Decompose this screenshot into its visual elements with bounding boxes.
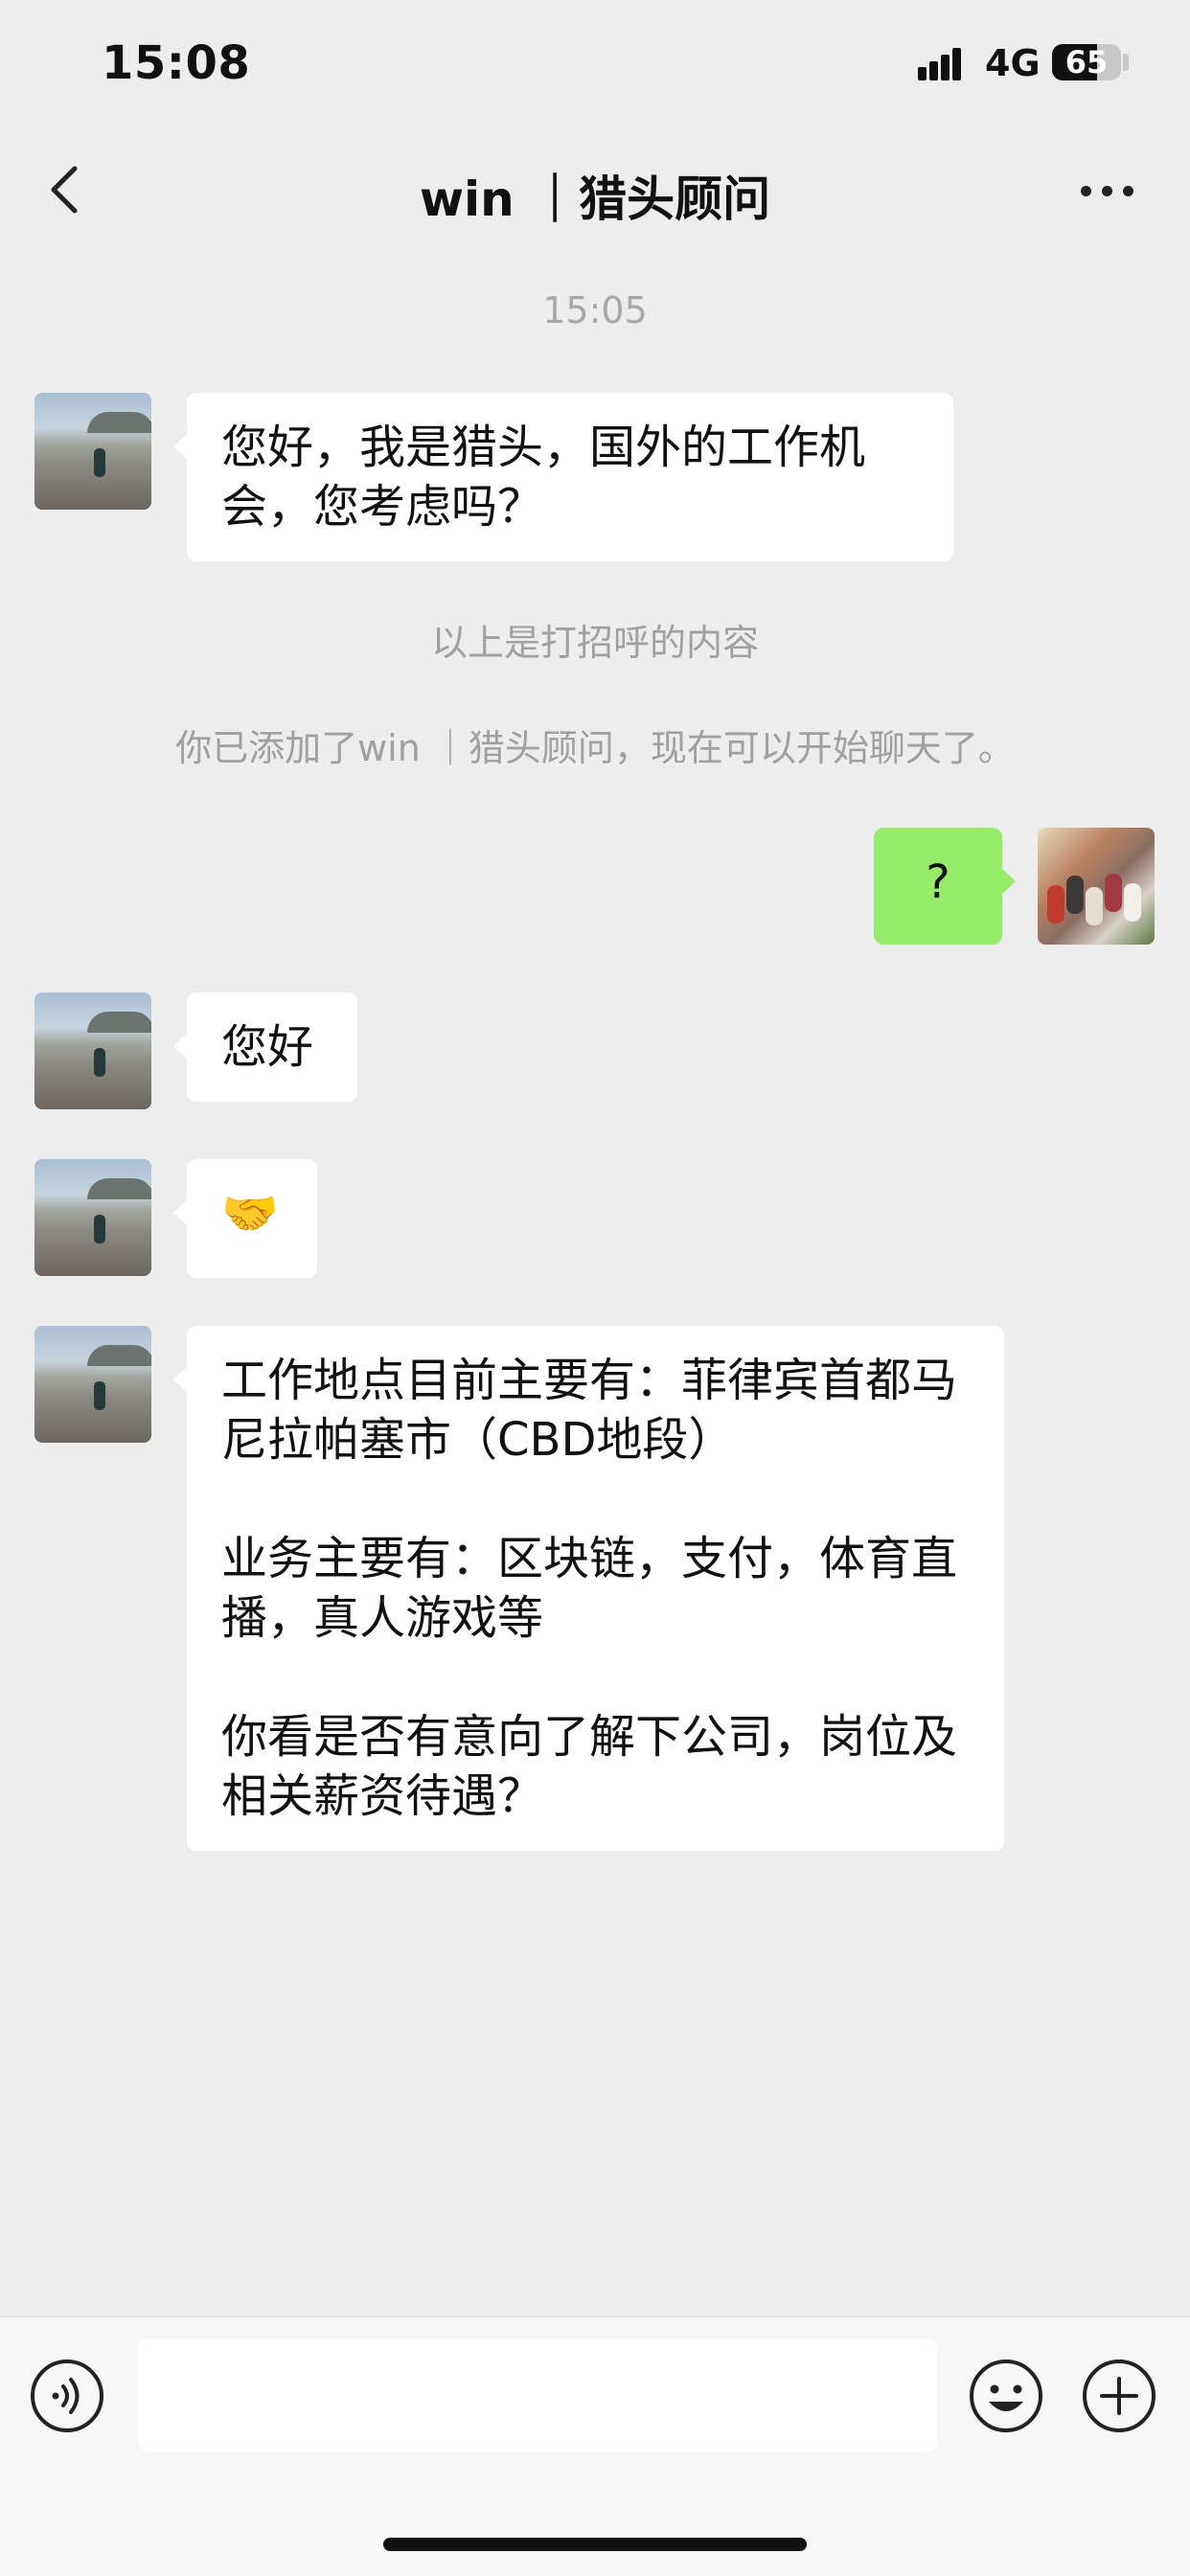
home-indicator[interactable] [383, 2538, 807, 2551]
network-label: 4G [985, 42, 1041, 84]
message-input[interactable] [138, 2338, 937, 2451]
message-bubble-received[interactable]: 您好 [173, 992, 357, 1102]
my-avatar[interactable] [1038, 828, 1155, 945]
plus-icon[interactable] [1081, 2358, 1157, 2434]
message-bubble-received[interactable]: 您好，我是猎头，国外的工作机会，您考虑吗？ [173, 393, 953, 561]
message-bubble-received[interactable]: 🤝 [173, 1159, 317, 1278]
message-bubble-received[interactable]: 工作地点目前主要有：菲律宾首都马尼拉帕塞市（CBD地段） 业务主要有：区块链，支… [173, 1326, 1004, 1851]
message-text: 工作地点目前主要有：菲律宾首都马尼拉帕塞市（CBD地段） 业务主要有：区块链，支… [221, 1354, 958, 1823]
chat-header: win ｜猎头顾问 [0, 144, 1190, 239]
emoji-icon[interactable] [968, 2358, 1044, 2434]
message-timestamp: 15:05 [542, 289, 648, 331]
handshake-emoji: 🤝 [221, 1187, 279, 1241]
contact-avatar[interactable] [34, 992, 151, 1109]
contact-avatar[interactable] [34, 393, 151, 510]
battery-icon: 65 [1052, 44, 1121, 80]
greeting-note: 以上是打招呼的内容 [430, 622, 759, 664]
status-bar: 15:08 4G 65 [0, 0, 1190, 134]
contact-avatar[interactable] [34, 1326, 151, 1443]
signal-icon [918, 46, 970, 80]
message-text: 您好 [221, 1020, 314, 1074]
status-time: 15:08 [102, 36, 251, 90]
message-text: ? [926, 855, 950, 909]
ellipsis-icon[interactable] [1073, 172, 1140, 211]
contact-added-note: 你已添加了win ｜猎头顾问，现在可以开始聊天了。 [175, 727, 1015, 769]
voice-icon[interactable] [29, 2358, 105, 2434]
page-title: win ｜猎头顾问 [419, 171, 771, 227]
message-bubble-sent[interactable]: ? [874, 828, 1016, 945]
input-bar [0, 2316, 1190, 2576]
message-text: 您好，我是猎头，国外的工作机会，您考虑吗？ [221, 421, 866, 534]
battery-cap [1123, 54, 1129, 71]
battery-percent: 65 [1064, 44, 1109, 80]
contact-avatar[interactable] [34, 1159, 151, 1276]
